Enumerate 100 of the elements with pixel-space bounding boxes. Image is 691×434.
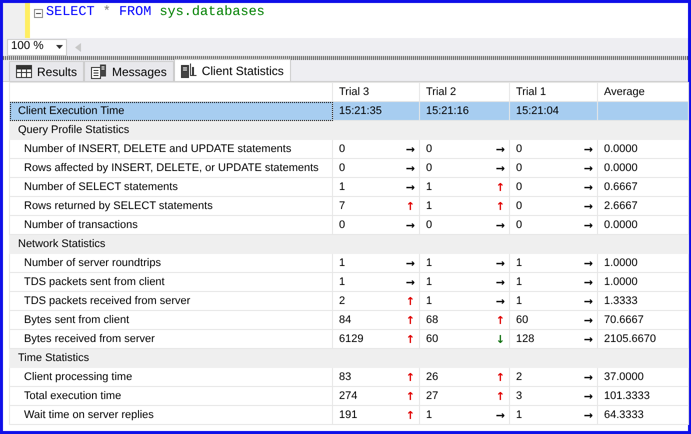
tab[interactable]: Client Statistics: [174, 59, 291, 81]
trend-arrow: ↑: [496, 370, 505, 384]
trend-arrow: →: [496, 218, 505, 232]
table-cell-text: 0: [516, 218, 522, 232]
table-cell-text: 0: [516, 198, 522, 214]
table-cell-text: 1: [516, 256, 522, 270]
table-cell-text: 1: [339, 256, 346, 270]
trend-arrow: →: [406, 162, 415, 174]
sql-query: SELECT * FROM sys.databases: [46, 6, 265, 20]
table-cell-text: 0: [516, 142, 522, 156]
row-label: Wait time on server replies: [10, 406, 332, 424]
dropdown-caret-icon: [56, 45, 63, 49]
messages-icon: [91, 64, 108, 79]
table-cell-text: 60: [426, 332, 438, 346]
trend-arrow: →: [584, 314, 593, 326]
trend-arrow: ↑: [406, 370, 415, 384]
trend-arrow: →: [406, 276, 415, 288]
column-header[interactable]: Trial 1: [510, 82, 598, 102]
table-cell-text: 26: [426, 370, 438, 384]
trend-arrow: →: [584, 390, 593, 402]
row-label: Number of INSERT, DELETE and UPDATE statements: [10, 140, 332, 158]
table-cell: 15:21:04: [510, 102, 598, 120]
table-cell-text: 2: [339, 294, 346, 308]
table-cell: 101.3333: [598, 386, 688, 406]
trend-arrow: →: [406, 180, 415, 194]
trend-arrow: →: [584, 332, 593, 346]
row-label: Number of server roundtrips: [10, 254, 332, 272]
row-label: Client Execution Time: [10, 102, 332, 120]
trend-arrow: →: [584, 256, 593, 270]
table-cell-text: 1: [516, 408, 522, 422]
table-cell-text: 0: [339, 160, 346, 176]
table-cell: 1.0000: [598, 272, 688, 292]
row-label: Rows returned by SELECT statements: [10, 196, 332, 216]
column-header[interactable]: Average: [598, 82, 688, 102]
table-cell-text: 1: [426, 294, 432, 308]
table-cell-text: 1: [426, 256, 432, 270]
row-label: Bytes sent from client: [10, 310, 332, 330]
group-header: Query Profile Statistics: [10, 120, 688, 140]
trend-arrow: ↑: [496, 390, 505, 402]
trend-arrow: ↑: [496, 180, 505, 194]
trend-arrow: →: [584, 276, 593, 288]
row-label: Total execution time: [10, 386, 332, 406]
table-cell: 64.3333: [598, 406, 688, 424]
table-cell-text: 0: [339, 218, 346, 232]
change-marker: [25, 3, 30, 38]
table-cell: 0.0000: [598, 140, 688, 158]
group-header: Network Statistics: [10, 234, 688, 254]
row-label: Client processing time: [10, 368, 332, 386]
table-cell-text: 0: [426, 160, 432, 176]
trend-arrow: ↑: [406, 332, 415, 346]
tab[interactable]: Results: [9, 61, 84, 81]
table-cell-text: 3: [516, 388, 522, 404]
trend-arrow: ↑: [406, 390, 415, 402]
trend-arrow: →: [584, 408, 593, 422]
trend-arrow: →: [496, 162, 505, 174]
table-cell-text: 0: [516, 160, 522, 176]
trend-arrow: ↑: [406, 408, 415, 422]
trend-arrow: →: [584, 370, 593, 384]
table-cell-text: 1: [426, 408, 432, 422]
trend-arrow: →: [496, 276, 505, 288]
trend-arrow: ↓: [496, 332, 505, 346]
table-cell-text: 68: [426, 312, 438, 328]
table-cell-text: 0: [516, 180, 522, 194]
table-cell: 15:21:16: [420, 102, 510, 120]
row-label: TDS packets sent from client: [10, 272, 332, 292]
table-cell: 15:21:35: [332, 102, 420, 120]
row-label: Rows affected by INSERT, DELETE, or UPDATE statements: [10, 158, 332, 178]
table-cell: 70.6667: [598, 310, 688, 330]
table-cell-text: 1: [516, 294, 522, 308]
collapse-icon[interactable]: [34, 9, 43, 18]
table-cell-text: 191: [339, 408, 358, 422]
table-cell: 2.6667: [598, 196, 688, 216]
column-header[interactable]: Trial 3: [332, 82, 420, 102]
trend-arrow: →: [406, 218, 415, 232]
trend-arrow: →: [496, 294, 505, 308]
zoom-dropdown[interactable]: 100 %: [7, 38, 67, 56]
table-cell: 0.6667: [598, 178, 688, 196]
trend-arrow: ↑: [496, 314, 505, 326]
table-cell: 1.0000: [598, 254, 688, 272]
row-label: TDS packets received from server: [10, 292, 332, 310]
trend-arrow: →: [406, 142, 415, 156]
server-statistics-icon: [180, 63, 197, 78]
table-cell-text: 60: [516, 312, 528, 328]
table-cell-text: 0: [426, 218, 432, 232]
table-cell-text: 1: [426, 274, 432, 290]
table-cell-text: 83: [339, 370, 352, 384]
table-cell-text: 128: [516, 332, 534, 346]
grid-icon: [16, 65, 32, 78]
table-cell-text: 84: [339, 312, 352, 328]
trend-arrow: ↑: [406, 294, 415, 308]
table-cell-text: 1: [339, 180, 346, 194]
trend-arrow: →: [584, 294, 593, 308]
trend-arrow: →: [584, 200, 593, 212]
table-cell: 0.0000: [598, 158, 688, 178]
table-cell: 37.0000: [598, 368, 688, 386]
tab[interactable]: Messages: [84, 61, 174, 81]
table-cell-text: 0: [339, 142, 346, 156]
column-header[interactable]: Trial 2: [420, 82, 510, 102]
table-cell: 1.3333: [598, 292, 688, 310]
trend-arrow: ↑: [406, 200, 415, 212]
